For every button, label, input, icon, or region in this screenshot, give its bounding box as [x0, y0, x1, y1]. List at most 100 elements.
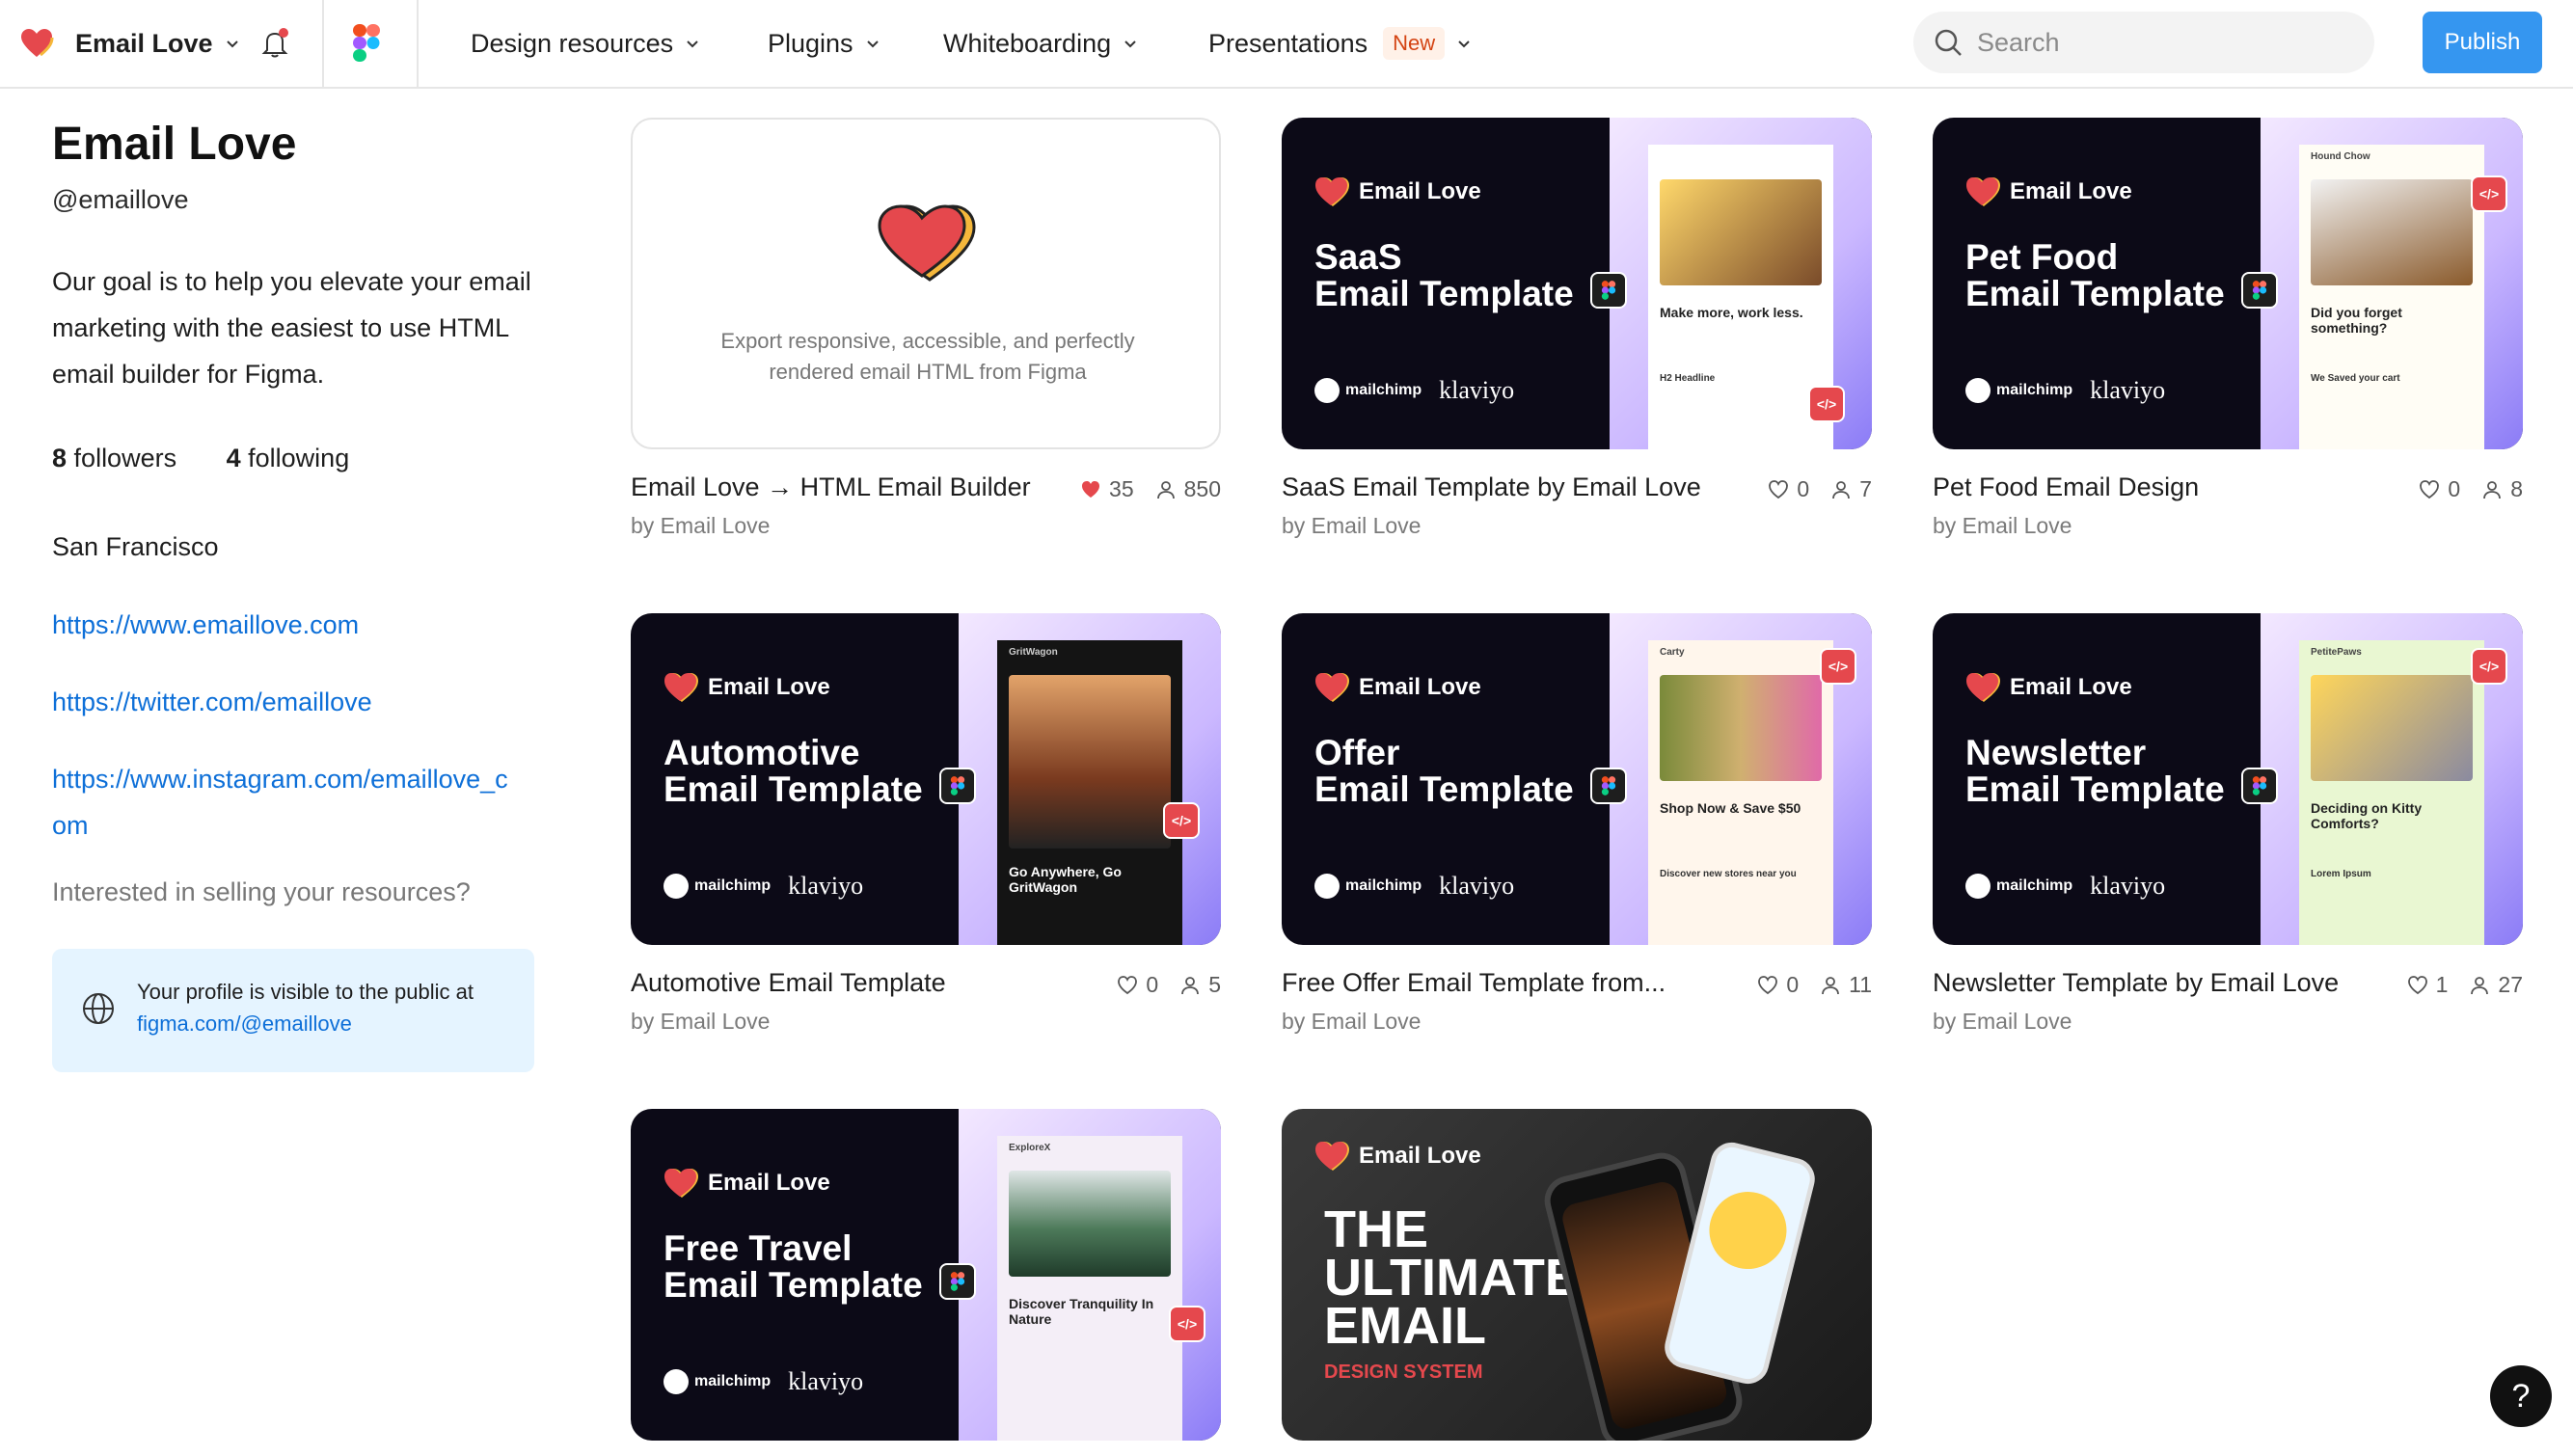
email-love-heart-icon: [1966, 673, 2000, 702]
card-title[interactable]: Newsletter Template by Email Love: [1933, 968, 2339, 998]
mailchimp-icon: [1965, 874, 1991, 899]
like-button[interactable]: 0: [2419, 476, 2460, 502]
mockup-image: [1660, 675, 1822, 781]
template-title: Free Travel Email Template: [664, 1230, 953, 1304]
users-stat: 7: [1830, 476, 1872, 502]
template-title-line: Newsletter: [1965, 733, 2147, 772]
mockup-image: [2311, 675, 2473, 781]
like-button[interactable]: 35: [1080, 476, 1134, 502]
bell-icon: [261, 28, 288, 58]
like-button[interactable]: 0: [1768, 476, 1809, 502]
card-title[interactable]: Automotive Email Template: [631, 968, 946, 998]
help-button[interactable]: ?: [2490, 1365, 2552, 1427]
mailchimp-icon: [1314, 378, 1340, 403]
card-author[interactable]: by Email Love: [1933, 1009, 2072, 1035]
email-mockup: ExploreX Discover Tranquility In Nature: [997, 1136, 1182, 1441]
link-text: https://www.instagram.com/emaillove_c: [52, 765, 508, 794]
nav-plugins[interactable]: Plugins: [768, 0, 882, 87]
klaviyo-logo: klaviyo: [2090, 872, 2166, 900]
mockup-title: Go Anywhere, Go GritWagon: [1009, 864, 1122, 895]
brand-name: Email Love: [1359, 674, 1481, 700]
email-love-heart-icon: [664, 673, 698, 702]
card-thumbnail[interactable]: Email Love THE ULTIMATE EMAIL DESIGN SYS…: [1282, 1109, 1872, 1441]
card-title[interactable]: Email Love → HTML Email Builder: [631, 472, 1031, 502]
like-button[interactable]: 0: [1757, 972, 1799, 998]
headline-line: THE: [1324, 1200, 1428, 1258]
card-author[interactable]: by Email Love: [1282, 1009, 1421, 1035]
code-export-icon: </>: [1169, 1306, 1205, 1342]
figma-file-icon: [2241, 272, 2278, 309]
email-love-logo-icon: [21, 29, 54, 57]
mockup-image: [1009, 675, 1171, 849]
users-stat: 5: [1179, 972, 1221, 998]
template-title-line: Free Travel: [664, 1228, 853, 1268]
card-thumbnail[interactable]: Email Love Newsletter Email Template mai…: [1933, 613, 2523, 945]
template-title: SaaS Email Template: [1314, 239, 1604, 312]
website-link[interactable]: https://www.emaillove.com: [52, 602, 359, 648]
selling-prompt[interactable]: Interested in selling your resources?: [52, 877, 471, 907]
card-author[interactable]: by Email Love: [1933, 513, 2072, 539]
followers-label: followers: [73, 444, 177, 472]
brand-logo: Email Love: [664, 1167, 830, 1200]
klaviyo-logo: klaviyo: [1439, 376, 1515, 404]
card-thumbnail[interactable]: Email Love Automotive Email Template mai…: [631, 613, 1221, 945]
email-mockup: Carty Shop Now & Save $50 Discover new s…: [1648, 640, 1833, 945]
template-title-line: Email Template: [1965, 769, 2225, 809]
link-text-wrap: om: [52, 811, 89, 840]
nav-design-resources[interactable]: Design resources: [471, 0, 702, 87]
template-title-line: Email Template: [664, 1265, 923, 1305]
template-title: Offer Email Template: [1314, 735, 1604, 808]
following-link[interactable]: 4 following: [227, 444, 350, 472]
figma-home-button[interactable]: [353, 0, 380, 87]
like-button[interactable]: 1: [2407, 972, 2449, 998]
card-thumbnail[interactable]: Export responsive, accessible, and perfe…: [631, 118, 1221, 449]
card-title[interactable]: SaaS Email Template by Email Love: [1282, 472, 1701, 502]
card-title[interactable]: Pet Food Email Design: [1933, 472, 2199, 502]
followers-link[interactable]: 8 followers: [52, 444, 176, 472]
team-switcher[interactable]: Email Love: [19, 0, 242, 87]
heart-outline-icon: [2420, 479, 2440, 499]
twitter-link[interactable]: https://twitter.com/emaillove: [52, 679, 372, 725]
notifications-button[interactable]: [258, 0, 291, 87]
brand-name: Email Love: [1359, 1143, 1481, 1169]
public-profile-link[interactable]: figma.com/@emaillove: [137, 1011, 352, 1036]
instagram-link[interactable]: https://www.instagram.com/emaillove_com: [52, 756, 508, 849]
card-author[interactable]: by Email Love: [631, 1009, 770, 1035]
code-export-icon: </>: [1820, 648, 1856, 685]
figma-file-icon: [1590, 768, 1627, 804]
heart-outline-icon: [1758, 975, 1778, 994]
heart-logo-icon: [878, 204, 976, 282]
user-count: 5: [1208, 972, 1221, 997]
card-thumbnail[interactable]: Email Love Offer Email Template mailchim…: [1282, 613, 1872, 945]
brand-name: Email Love: [708, 1170, 830, 1196]
like-count: 1: [2435, 972, 2449, 997]
link-text: https://twitter.com/emaillove: [52, 688, 372, 716]
card-author[interactable]: by Email Love: [631, 513, 770, 539]
publish-button[interactable]: Publish: [2423, 12, 2542, 73]
card-author[interactable]: by Email Love: [1282, 513, 1421, 539]
mailchimp-icon: [664, 1369, 689, 1394]
nav-whiteboarding[interactable]: Whiteboarding: [943, 0, 1140, 87]
like-button[interactable]: 0: [1117, 972, 1158, 998]
card-thumbnail[interactable]: Email Love SaaS Email Template mailchimp…: [1282, 118, 1872, 449]
card-thumbnail[interactable]: Email Love Pet Food Email Template mailc…: [1933, 118, 2523, 449]
nav-label: Whiteboarding: [943, 28, 1112, 58]
card-title[interactable]: Free Offer Email Template from...: [1282, 968, 1666, 998]
klaviyo-logo: klaviyo: [2090, 376, 2166, 404]
email-mockup: Make more, work less. H2 Headline: [1648, 145, 1833, 449]
heart-filled-icon: [1082, 480, 1100, 498]
search-input[interactable]: [1977, 27, 2343, 58]
search-icon: [1935, 29, 1962, 56]
figma-file-icon: [939, 768, 976, 804]
email-preview-panel: GritWagon Go Anywhere, Go GritWagon: [959, 613, 1221, 945]
template-title: Newsletter Email Template: [1965, 735, 2255, 808]
nav-presentations[interactable]: Presentations New: [1208, 0, 1474, 87]
headline-line: ULTIMATE: [1324, 1249, 1580, 1307]
users-stat: 11: [1820, 972, 1872, 998]
top-bar: Email Love Design resources Plugins Whit…: [0, 0, 2573, 89]
mailchimp-icon: [664, 874, 689, 899]
brand-name: Email Love: [708, 674, 830, 700]
mockup-brand: PetitePaws: [2311, 647, 2362, 658]
card-thumbnail[interactable]: Email Love Free Travel Email Template ma…: [631, 1109, 1221, 1441]
nav-label: Presentations: [1208, 28, 1368, 58]
